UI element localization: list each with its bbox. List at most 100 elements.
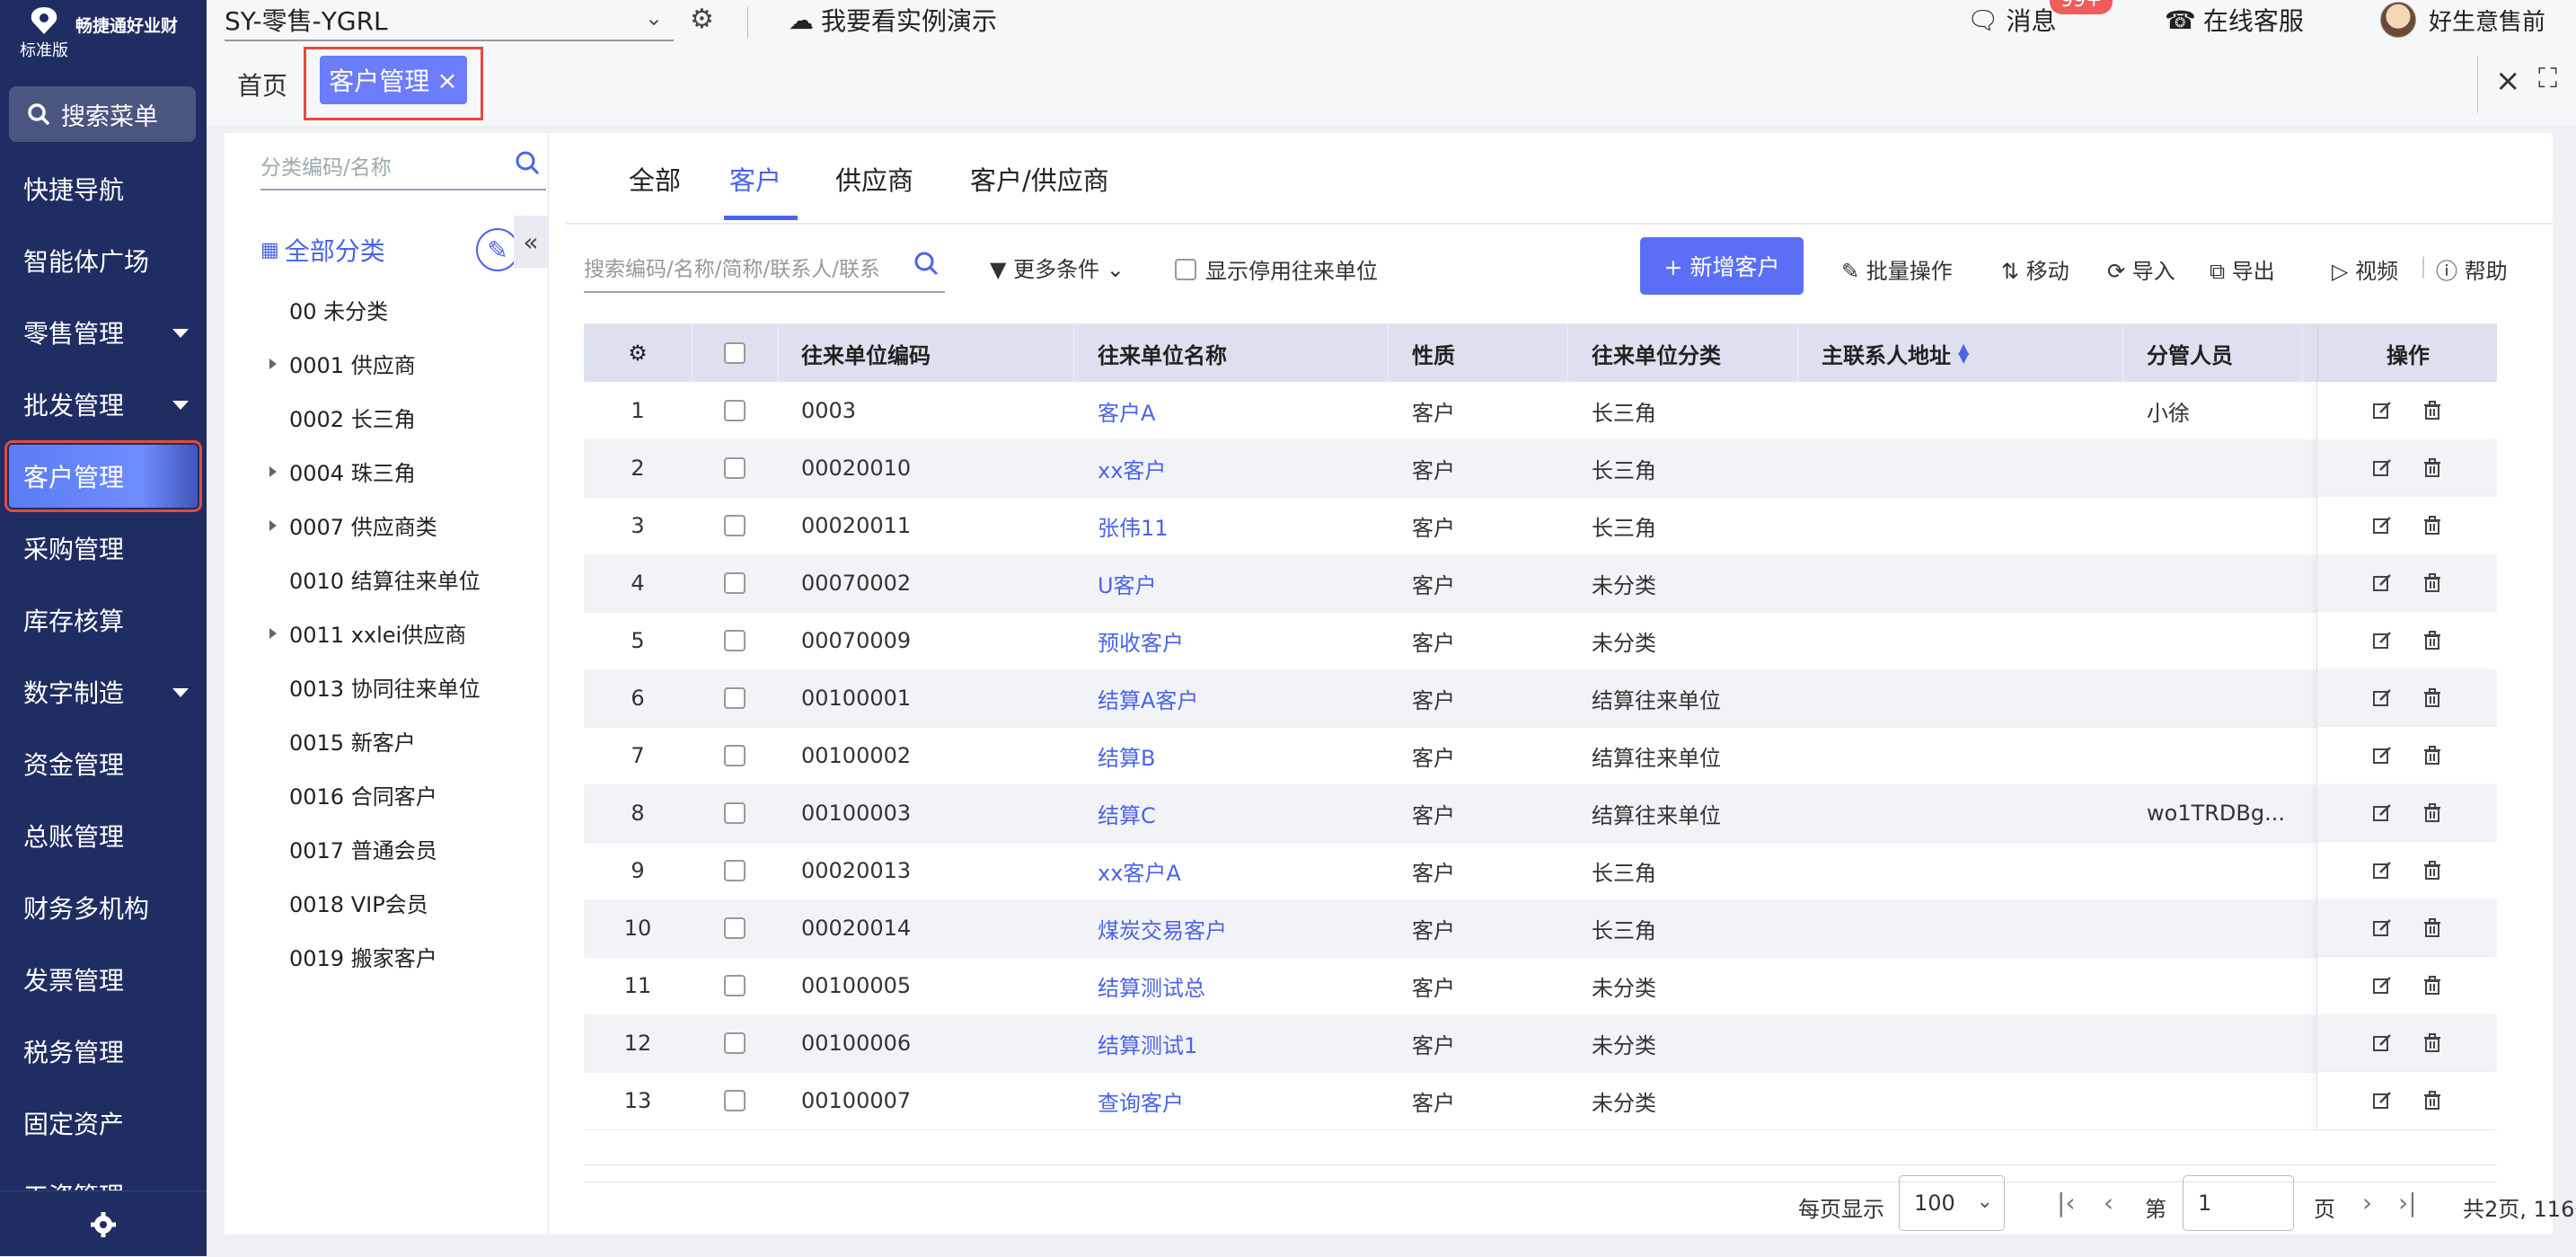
edit-icon[interactable] [2372, 861, 2392, 881]
sidebar-item[interactable]: 总账管理 [0, 800, 207, 872]
delete-icon[interactable] [2422, 1091, 2442, 1111]
close-all-tabs-icon[interactable]: × [2495, 63, 2521, 99]
tree-node[interactable]: 0015 新客户 [260, 713, 546, 767]
cell-name[interactable]: 结算测试1 [1074, 1014, 1389, 1072]
cell-name[interactable]: 预收客户 [1074, 612, 1389, 669]
messages-button[interactable]: 🗨 消息 [1967, 2, 2057, 38]
first-page-icon[interactable]: |‹ [2057, 1188, 2076, 1217]
sidebar-item[interactable]: 零售管理 [0, 297, 207, 368]
company-select[interactable]: SY-零售-YGRL ⌄ [225, 0, 674, 41]
header-name[interactable]: 往来单位名称 [1074, 324, 1389, 382]
tab-all[interactable]: 全部 [629, 160, 681, 198]
header-category[interactable]: 往来单位分类 [1568, 324, 1798, 382]
table-row[interactable]: 10 00020014 煤炭交易客户 客户 长三角 [584, 899, 2497, 958]
edit-icon[interactable] [2372, 918, 2392, 938]
batch-operation-button[interactable]: ✎ 批量操作 [1841, 253, 1953, 285]
cell-name[interactable]: xx客户A [1074, 842, 1389, 899]
header-address[interactable]: 主联系人地址 ▲ ▼ [1798, 324, 2123, 382]
tree-node[interactable]: 0016 合同客户 [260, 767, 546, 821]
demo-link[interactable]: ☁ 我要看实例演示 [789, 2, 997, 38]
delete-icon[interactable] [2422, 516, 2442, 536]
delete-icon[interactable] [2422, 746, 2442, 766]
delete-icon[interactable] [2422, 688, 2442, 708]
edit-icon[interactable] [2372, 746, 2392, 766]
header-type[interactable]: 性质 [1389, 324, 1568, 382]
delete-icon[interactable] [2422, 803, 2442, 823]
edit-icon[interactable] [2372, 401, 2392, 420]
edit-icon[interactable] [2372, 458, 2392, 478]
row-checkbox[interactable] [724, 457, 745, 479]
table-row[interactable]: 9 00020013 xx客户A 客户 长三角 [584, 842, 2497, 900]
sidebar-item[interactable]: 财务多机构 [0, 872, 207, 943]
sidebar-item[interactable]: 客户管理 [4, 440, 202, 512]
delete-icon[interactable] [2422, 631, 2442, 651]
search-icon[interactable] [514, 149, 541, 176]
sidebar-item[interactable]: 快捷导航 [0, 153, 207, 225]
sidebar-item[interactable]: 数字制造 [0, 656, 207, 728]
customer-search-input[interactable]: 搜索编码/名称/简称/联系人/联系 [584, 243, 945, 293]
delete-icon[interactable] [2422, 1033, 2442, 1053]
sidebar-item[interactable]: 库存核算 [0, 584, 207, 656]
cell-name[interactable]: 查询客户 [1074, 1072, 1389, 1129]
header-staff[interactable]: 分管人员 [2123, 324, 2303, 382]
table-row[interactable]: 13 00100007 查询客户 客户 未分类 [584, 1072, 2497, 1130]
table-row[interactable]: 7 00100002 结算B 客户 结算往来单位 [584, 727, 2497, 785]
tree-node[interactable]: 0011 xxlei供应商 [260, 606, 546, 659]
row-checkbox[interactable] [724, 515, 745, 536]
more-conditions-button[interactable]: ▼ 更多条件 ⌄ [990, 252, 1125, 283]
tree-node[interactable]: 0019 搬家客户 [260, 929, 546, 983]
delete-icon[interactable] [2422, 458, 2442, 478]
sidebar-item[interactable]: 税务管理 [0, 1015, 207, 1087]
table-row[interactable]: 8 00100003 结算C 客户 结算往来单位 wo1TRDBg... [584, 784, 2497, 843]
sort-icon[interactable]: ▲ ▼ [1958, 341, 1969, 365]
table-row[interactable]: 6 00100001 结算A客户 客户 结算往来单位 [584, 669, 2497, 728]
page-size-select[interactable]: 100 ⌄ [1899, 1175, 2005, 1231]
tab-home[interactable]: 首页 [237, 66, 287, 102]
tree-node[interactable]: 0018 VIP会员 [260, 875, 546, 929]
search-icon[interactable] [913, 250, 940, 277]
row-checkbox[interactable] [724, 1090, 745, 1111]
tree-node[interactable]: 0002 长三角 [260, 390, 546, 444]
edit-icon[interactable] [2372, 1091, 2392, 1111]
delete-icon[interactable] [2422, 573, 2442, 593]
cell-name[interactable]: 张伟11 [1074, 497, 1389, 554]
cell-name[interactable]: 煤炭交易客户 [1074, 899, 1389, 957]
edit-icon[interactable] [2372, 631, 2392, 651]
search-menu-button[interactable]: 搜索菜单 [9, 86, 196, 142]
import-button[interactable]: ⟳ 导入 [2107, 253, 2175, 285]
table-row[interactable]: 2 00020010 xx客户 客户 长三角 [584, 439, 2497, 498]
settings-button[interactable] [0, 1191, 207, 1257]
edit-icon[interactable] [2372, 1033, 2392, 1053]
fullscreen-icon[interactable]: ⛶ [2538, 63, 2557, 94]
cell-name[interactable]: 结算B [1074, 727, 1389, 784]
delete-icon[interactable] [2422, 918, 2442, 938]
tree-node[interactable]: 0001 供应商 [260, 336, 546, 390]
sidebar-item[interactable]: 资金管理 [0, 728, 207, 800]
delete-icon[interactable] [2422, 861, 2442, 881]
expand-arrow-icon[interactable] [269, 466, 277, 477]
show-disabled-toggle[interactable]: 显示停用往来单位 [1175, 253, 1378, 285]
table-row[interactable]: 4 00070002 U客户 客户 未分类 [584, 554, 2497, 613]
table-row[interactable]: 12 00100006 结算测试1 客户 未分类 [584, 1014, 2497, 1073]
next-page-icon[interactable]: › [2362, 1188, 2372, 1217]
move-button[interactable]: ⇅ 移动 [2001, 253, 2069, 285]
row-checkbox[interactable] [724, 687, 745, 709]
last-page-icon[interactable]: ›| [2398, 1188, 2417, 1217]
row-checkbox[interactable] [724, 975, 745, 996]
page-number-input[interactable]: 1 [2183, 1175, 2294, 1231]
all-categories[interactable]: ▦ 全部分类 ✎ [260, 223, 548, 277]
tree-node[interactable]: 00 未分类 [260, 282, 546, 336]
edit-icon[interactable] [2372, 976, 2392, 996]
cell-name[interactable]: U客户 [1074, 554, 1389, 612]
select-all-checkbox[interactable] [724, 342, 745, 364]
help-button[interactable]: ⓘ 帮助 [2436, 253, 2508, 285]
sidebar-item[interactable]: 固定资产 [0, 1087, 207, 1159]
cell-name[interactable]: 结算C [1074, 784, 1389, 842]
sidebar-item[interactable]: 发票管理 [0, 943, 207, 1015]
online-service-button[interactable]: ☎ 在线客服 [2165, 2, 2304, 38]
delete-icon[interactable] [2422, 401, 2442, 420]
header-code[interactable]: 往来单位编码 [778, 324, 1074, 382]
expand-arrow-icon[interactable] [269, 520, 277, 531]
table-row[interactable]: 5 00070009 预收客户 客户 未分类 [584, 612, 2497, 670]
tree-node[interactable]: 0017 普通会员 [260, 821, 546, 875]
